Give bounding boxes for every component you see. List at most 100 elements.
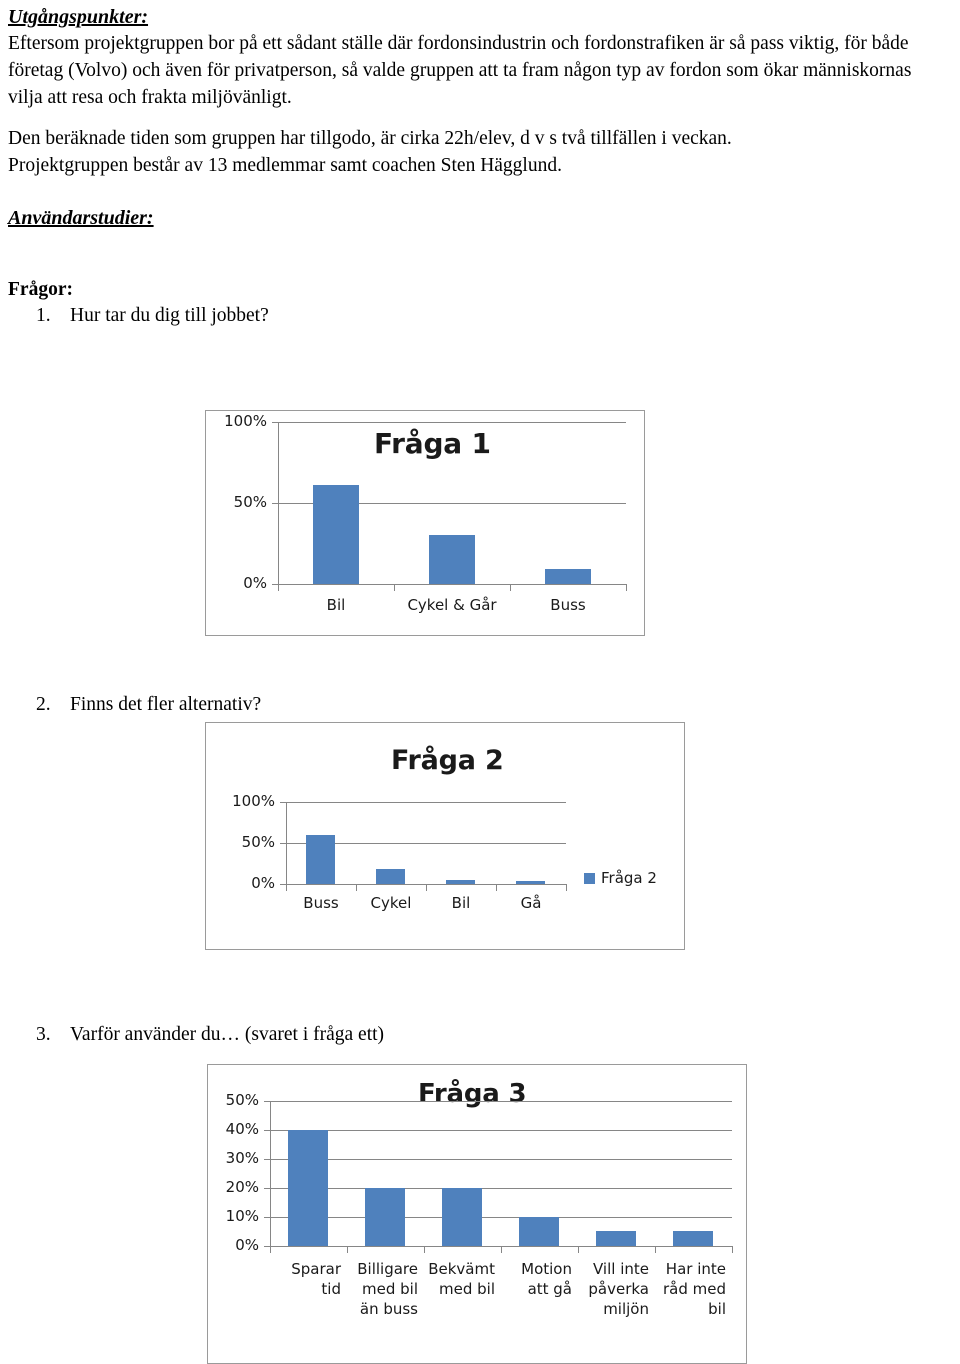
y-axis-label: 100% bbox=[232, 792, 275, 810]
y-axis-line bbox=[270, 1101, 271, 1246]
y-axis-tick bbox=[264, 1101, 270, 1102]
bar-fraga-2-0 bbox=[306, 835, 335, 884]
x-axis-tick bbox=[501, 1246, 502, 1253]
gridline bbox=[278, 422, 626, 423]
bar-fraga-2-2 bbox=[446, 880, 475, 884]
y-axis-label: 20% bbox=[225, 1178, 259, 1196]
x-axis-tick bbox=[278, 584, 279, 591]
bar-fraga-3-0 bbox=[288, 1130, 328, 1246]
y-axis-label: 50% bbox=[241, 833, 275, 851]
x-axis-tick bbox=[347, 1246, 348, 1253]
x-axis-tick bbox=[566, 884, 567, 891]
paragraph-tid-line1: Den beräknade tiden som gruppen har till… bbox=[8, 128, 732, 149]
bar-fraga-1-0 bbox=[313, 485, 359, 584]
x-axis-label: Gå bbox=[520, 894, 542, 912]
x-axis-tick bbox=[732, 1246, 733, 1253]
bar-fraga-1-2 bbox=[545, 569, 591, 584]
section-spacer-2 bbox=[8, 231, 948, 277]
y-axis-line bbox=[286, 802, 287, 884]
question-text-3: Varför använder du… (svaret i fråga ett) bbox=[70, 1024, 385, 1045]
y-axis-tick bbox=[264, 1159, 270, 1160]
gridline bbox=[270, 1101, 732, 1102]
bar-fraga-3-4 bbox=[596, 1231, 636, 1246]
x-axis-tick bbox=[356, 884, 357, 891]
x-axis-label: Bil bbox=[326, 596, 346, 614]
x-axis-label: Cykel & Går bbox=[407, 596, 497, 614]
x-axis-label: Buss bbox=[550, 596, 586, 614]
x-axis-tick bbox=[578, 1246, 579, 1253]
x-axis-label: Har inte råd med bil bbox=[662, 1260, 726, 1318]
x-axis-tick bbox=[286, 884, 287, 891]
y-axis-tick bbox=[264, 1188, 270, 1189]
bar-fraga-2-1 bbox=[376, 869, 405, 884]
question-block-2: 2. Finns det fler alternativ? bbox=[8, 692, 948, 718]
plot-area-fraga-1 bbox=[278, 422, 626, 585]
question-item-1: 1. Hur tar du dig till jobbet? bbox=[8, 303, 948, 329]
bar-fraga-2-3 bbox=[516, 881, 545, 884]
x-axis-tick bbox=[424, 1246, 425, 1253]
document-body: Utgångspunkter: Eftersom projektgruppen … bbox=[8, 4, 948, 329]
bar-fraga-3-5 bbox=[673, 1231, 713, 1246]
y-axis-label: 30% bbox=[225, 1149, 259, 1167]
y-axis-tick bbox=[272, 422, 278, 423]
paragraph-tid-line2: Projektgruppen består av 13 medlemmar sa… bbox=[8, 155, 562, 176]
section-heading-anvandarstudier: Användarstudier: bbox=[8, 207, 154, 229]
x-axis-tick bbox=[510, 584, 511, 591]
x-axis-label: Bekvämt med bil bbox=[428, 1260, 495, 1298]
x-axis-label: Vill inte påverka miljön bbox=[588, 1260, 649, 1318]
x-axis-line bbox=[278, 584, 626, 585]
y-axis-label: 10% bbox=[225, 1207, 259, 1225]
question-text-1: Hur tar du dig till jobbet? bbox=[70, 305, 269, 326]
bar-fraga-3-1 bbox=[365, 1188, 405, 1246]
x-axis-label: Buss bbox=[303, 894, 339, 912]
question-item-3: 3. Varför använder du… (svaret i fråga e… bbox=[8, 1022, 948, 1048]
question-text-2: Finns det fler alternativ? bbox=[70, 694, 262, 715]
bar-fraga-1-1 bbox=[429, 535, 475, 584]
questions-list-3: 3. Varför använder du… (svaret i fråga e… bbox=[8, 1022, 948, 1048]
chart-fraga-2: Fråga 2 0% 50% 100% Buss Cykel Bil Gå Fråga 2 bbox=[205, 722, 685, 950]
chart-fraga-1: Fråga 1 0% 50% 100% Bil Cykel & Går Buss bbox=[205, 410, 645, 636]
x-axis-tick bbox=[394, 584, 395, 591]
x-axis-label: Sparar tid bbox=[291, 1260, 341, 1298]
y-axis-label: 50% bbox=[225, 1091, 259, 1109]
y-axis-label: 50% bbox=[233, 493, 267, 511]
gridline bbox=[286, 802, 566, 803]
gridline bbox=[270, 1217, 732, 1218]
question-number-3: 3. bbox=[36, 1024, 51, 1045]
legend-label-fraga-2: Fråga 2 bbox=[601, 869, 657, 887]
questions-label: Frågor: bbox=[8, 279, 73, 300]
x-axis-tick bbox=[270, 1246, 271, 1253]
question-item-2: 2. Finns det fler alternativ? bbox=[8, 692, 948, 718]
gridline bbox=[270, 1130, 732, 1131]
chart-fraga-3: Fråga 3 0% 10% 20% 30% 40% 50% Sparar tid Bill… bbox=[207, 1064, 747, 1364]
y-axis-label: 0% bbox=[235, 1236, 259, 1254]
paragraph-utgangspunkter: Eftersom projektgruppen bor på ett sådan… bbox=[8, 33, 912, 108]
y-axis-label: 0% bbox=[243, 574, 267, 592]
y-axis-label: 40% bbox=[225, 1120, 259, 1138]
x-axis-label: Cykel bbox=[370, 894, 412, 912]
y-axis-tick bbox=[280, 843, 286, 844]
x-axis-tick bbox=[626, 584, 627, 591]
legend-swatch-icon bbox=[584, 872, 595, 884]
x-axis-tick bbox=[426, 884, 427, 891]
gridline bbox=[270, 1159, 732, 1160]
question-block-3: 3. Varför använder du… (svaret i fråga e… bbox=[8, 1022, 948, 1048]
question-number-1: 1. bbox=[36, 305, 51, 326]
y-axis-tick bbox=[264, 1217, 270, 1218]
y-axis-label: 100% bbox=[224, 412, 267, 430]
chart-title-fraga-2: Fråga 2 bbox=[391, 745, 504, 776]
question-number-2: 2. bbox=[36, 694, 51, 715]
y-axis-label: 0% bbox=[251, 874, 275, 892]
y-axis-tick bbox=[272, 503, 278, 504]
plot-area-fraga-3 bbox=[270, 1101, 732, 1247]
plot-area-fraga-2 bbox=[286, 802, 566, 885]
x-axis-label: Billigare med bil än buss bbox=[357, 1260, 418, 1318]
questions-list-2: 2. Finns det fler alternativ? bbox=[8, 692, 948, 718]
y-axis-line bbox=[278, 422, 279, 584]
x-axis-tick bbox=[496, 884, 497, 891]
gridline bbox=[270, 1188, 732, 1189]
y-axis-tick bbox=[280, 802, 286, 803]
section-heading-utgangspunkter: Utgångspunkter: bbox=[8, 6, 149, 28]
x-axis-label: Motion att gå bbox=[521, 1260, 572, 1298]
